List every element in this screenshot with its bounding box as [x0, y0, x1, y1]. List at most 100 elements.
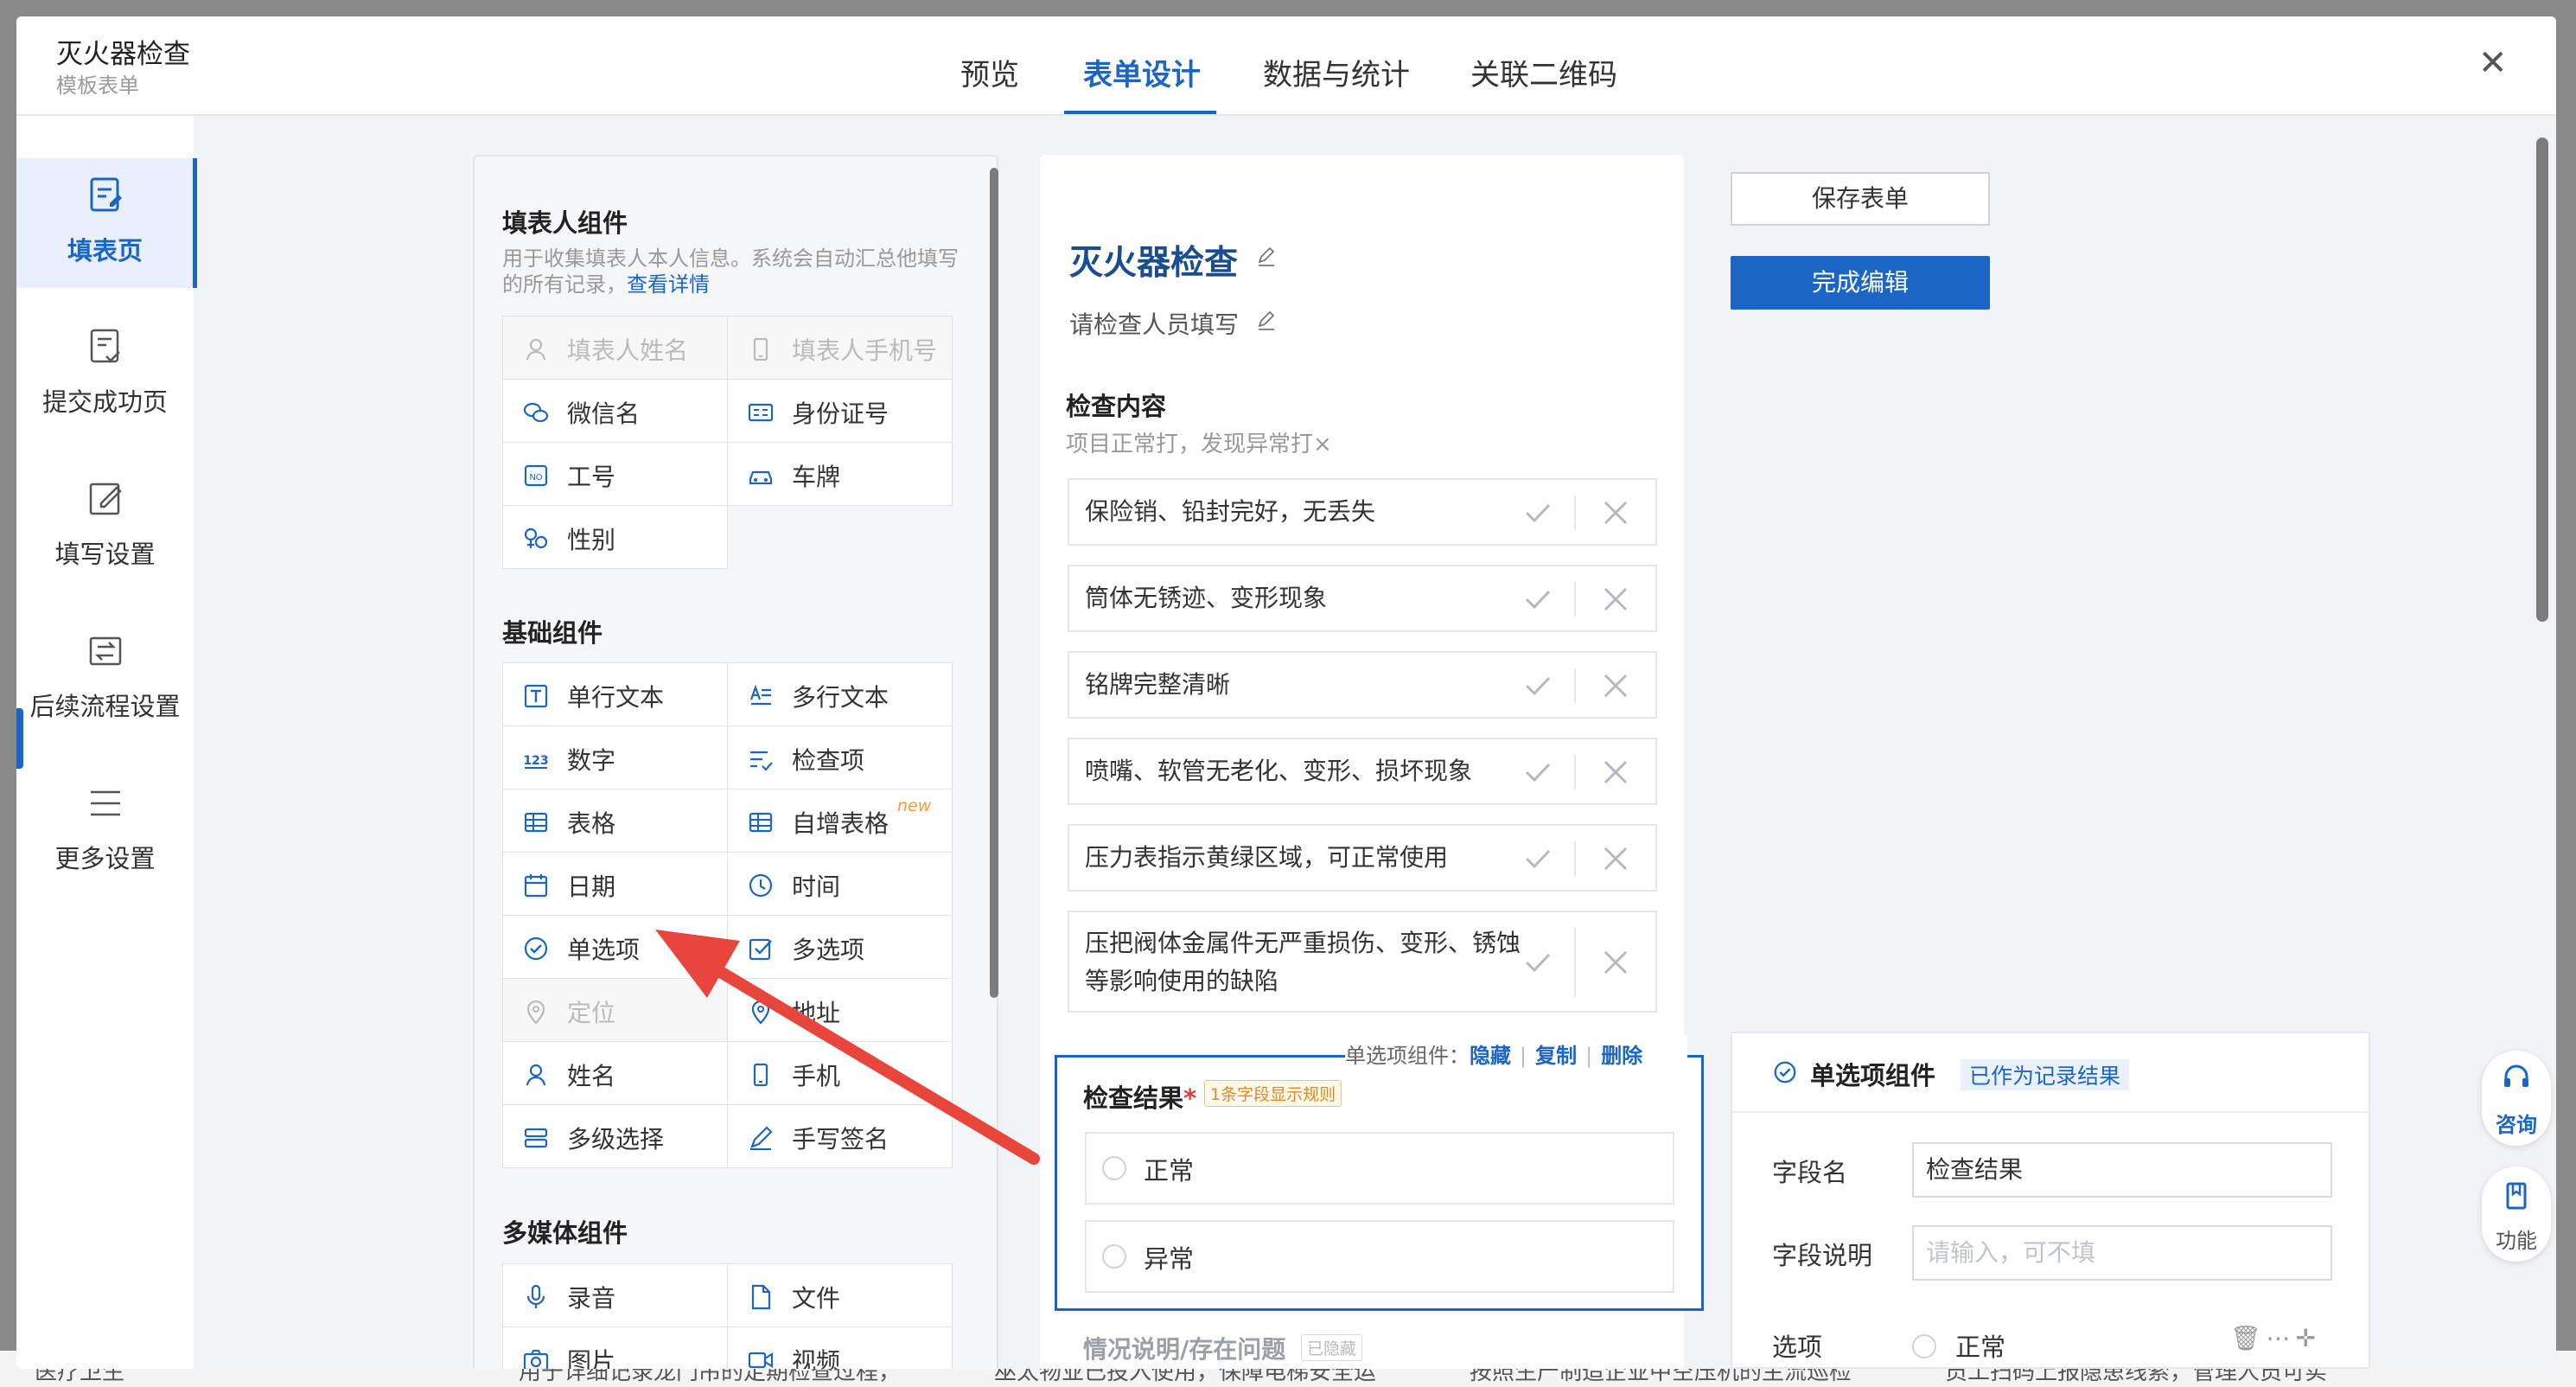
check-mark-icon[interactable] [1521, 668, 1555, 703]
component-label: 定位 [567, 999, 616, 1027]
component-address[interactable]: 地址 [727, 978, 953, 1042]
cross-icon[interactable] [1600, 497, 1631, 528]
nav-item-more-settings[interactable]: 更多设置 [16, 766, 194, 896]
check-mark-icon[interactable] [1521, 755, 1555, 789]
wechat-icon [523, 402, 549, 423]
checkbox-icon [749, 938, 772, 961]
component-id-card[interactable]: 身份证号 [727, 379, 953, 443]
function-button[interactable]: 功能 [2482, 1166, 2551, 1262]
component-file[interactable]: 文件 [727, 1263, 953, 1327]
field-name-input[interactable]: 检查结果 [1912, 1142, 2332, 1198]
component-single-choice[interactable]: 单选项 [502, 915, 728, 979]
nav-item-form-page[interactable]: 填表页 [16, 158, 197, 288]
divider [1574, 668, 1576, 703]
check-mark-icon[interactable] [1521, 945, 1555, 980]
option-value[interactable]: 正常 [1955, 1327, 2005, 1364]
hidden-field-label[interactable]: 情况说明/存在问题 [1083, 1331, 1285, 1365]
check-item-text: 保险销、铅封完好，无丢失 [1085, 497, 1376, 526]
check-item-text: 压把阀体金属件无严重损伤、变形、锈蚀等影响使用的缺陷 [1085, 929, 1521, 995]
component-auto-table[interactable]: 自增表格 new [727, 789, 953, 853]
check-mark-icon[interactable] [1521, 841, 1555, 876]
component-employee-no[interactable]: NO 工号 [502, 442, 728, 506]
section-title-check-content: 检查内容 [1066, 392, 1167, 421]
check-item-row[interactable]: 压把阀体金属件无严重损伤、变形、锈蚀等影响使用的缺陷 [1068, 911, 1657, 1013]
tab-form-design[interactable]: 表单设计 [1083, 51, 1201, 93]
editor-header: 灭火器检查 模板表单 预览 表单设计 数据与统计 关联二维码 ✕ [16, 16, 2556, 116]
divider [1574, 495, 1576, 530]
nav-item-flow-settings[interactable]: 后续流程设置 [16, 614, 194, 744]
component-multi-line-text[interactable]: 多行文本 [727, 662, 953, 726]
radio-circle[interactable] [1102, 1244, 1126, 1269]
save-form-button[interactable]: 保存表单 [1731, 172, 1990, 226]
divider [1574, 582, 1576, 617]
component-wechat-name[interactable]: 微信名 [502, 379, 728, 443]
main-scrollbar[interactable] [2536, 137, 2548, 622]
radio-circle[interactable] [1102, 1156, 1126, 1180]
component-label: 时间 [792, 872, 841, 901]
palette-scrollbar[interactable] [990, 168, 998, 998]
tab-preview[interactable]: 预览 [960, 51, 1019, 93]
component-gender[interactable]: 性别 [502, 505, 728, 569]
form-subtitle[interactable]: 请检查人员填写 [1069, 306, 1239, 341]
consult-button[interactable]: 咨询 [2482, 1051, 2551, 1146]
component-multi-choice[interactable]: 多选项 [727, 915, 953, 979]
form-page-icon [90, 177, 122, 212]
component-check-item[interactable]: 检查项 [727, 725, 953, 789]
component-signature[interactable]: 手写签名 [727, 1104, 953, 1168]
cross-icon[interactable] [1600, 584, 1631, 615]
cross-icon[interactable] [1600, 757, 1631, 788]
field-properties-panel: 单选项组件 已作为记录结果 字段名 检查结果 字段说明 请输入，可不填 选项 正… [1731, 1032, 2370, 1369]
view-details-link[interactable]: 查看详情 [627, 272, 710, 297]
checklist-icon [750, 751, 773, 771]
component-label: 检查项 [792, 746, 865, 775]
consult-label: 咨询 [2496, 1113, 2537, 1137]
phone-icon [753, 1063, 768, 1087]
component-date[interactable]: 日期 [502, 852, 728, 916]
finish-edit-button[interactable]: 完成编辑 [1731, 256, 1990, 310]
nav-item-success-page[interactable]: 提交成功页 [16, 310, 194, 439]
component-number[interactable]: 123 数字 [502, 725, 728, 789]
component-table[interactable]: 表格 [502, 789, 728, 853]
drag-handle-icon[interactable]: ✛ [2296, 1324, 2321, 1352]
component-license-plate[interactable]: 车牌 [727, 442, 953, 506]
component-name[interactable]: 姓名 [502, 1041, 728, 1105]
cross-icon[interactable] [1600, 947, 1631, 978]
cross-icon[interactable] [1600, 843, 1631, 874]
component-video[interactable]: 视频 [727, 1326, 953, 1369]
edit-pencil-icon[interactable] [1256, 246, 1277, 267]
check-item-row[interactable]: 筒体无锈迹、变形现象 [1068, 565, 1657, 632]
component-single-line-text[interactable]: 单行文本 [502, 662, 728, 726]
cross-icon[interactable] [1600, 670, 1631, 701]
field-desc-input[interactable]: 请输入，可不填 [1912, 1225, 2332, 1281]
hide-field-button[interactable]: 隐藏 [1470, 1044, 1511, 1068]
check-item-row[interactable]: 铭牌完整清晰 [1068, 651, 1657, 719]
component-label: 车牌 [792, 463, 841, 491]
component-audio[interactable]: 录音 [502, 1263, 728, 1327]
selected-field-check-result[interactable]: 检查结果* 1条字段显示规则 正常 异常 [1055, 1055, 1704, 1311]
check-mark-icon[interactable] [1521, 582, 1555, 617]
check-item-row[interactable]: 压力表指示黄绿区域，可正常使用 [1068, 824, 1657, 892]
nav-item-fill-settings[interactable]: 填写设置 [16, 462, 194, 591]
component-time[interactable]: 时间 [727, 852, 953, 916]
check-item-row[interactable]: 喷嘴、软管无老化、变形、损坏现象 [1068, 738, 1657, 805]
copy-field-button[interactable]: 复制 [1535, 1044, 1577, 1068]
form-title[interactable]: 灭火器检查 [1069, 236, 1238, 284]
tab-qrcode[interactable]: 关联二维码 [1470, 51, 1617, 93]
radio-option[interactable]: 正常 [1085, 1132, 1674, 1205]
component-label: 数字 [567, 746, 616, 775]
component-image[interactable]: 图片 [502, 1326, 728, 1369]
record-result-tag: 已作为记录结果 [1961, 1059, 2130, 1090]
flow-icon [89, 636, 122, 666]
check-item-row[interactable]: 保险销、铅封完好，无丢失 [1068, 478, 1657, 546]
more-icon[interactable]: ⋯ [2267, 1324, 2296, 1352]
close-icon[interactable]: ✕ [2478, 46, 2508, 80]
tab-data-stats[interactable]: 数据与统计 [1263, 51, 1410, 93]
component-mobile[interactable]: 手机 [727, 1041, 953, 1105]
delete-field-button[interactable]: 删除 [1601, 1044, 1642, 1068]
check-mark-icon[interactable] [1521, 495, 1555, 530]
edit-pencil-icon[interactable] [1256, 310, 1277, 331]
trash-icon[interactable]: 🗑 [2230, 1324, 2267, 1352]
radio-option[interactable]: 异常 [1085, 1220, 1674, 1293]
display-rule-badge[interactable]: 1条字段显示规则 [1204, 1080, 1342, 1107]
component-cascade-select[interactable]: 多级选择 [502, 1104, 728, 1168]
